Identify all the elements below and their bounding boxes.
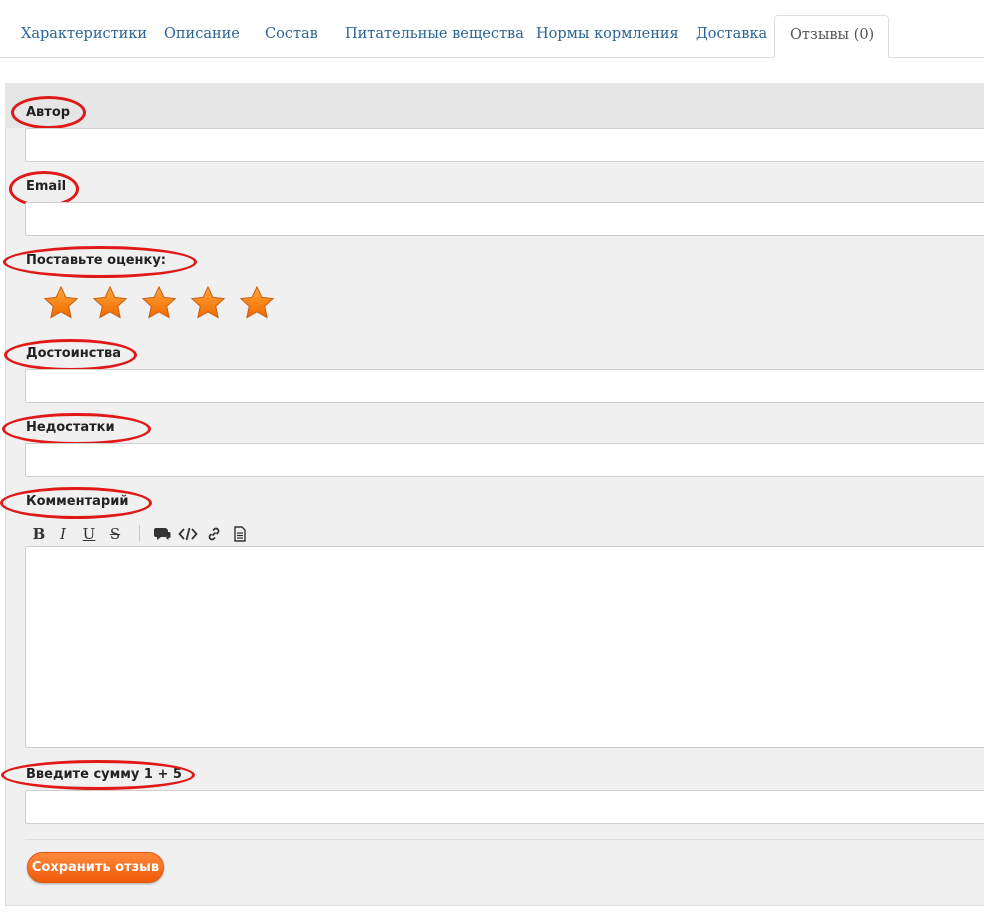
email-label: Email	[26, 179, 67, 194]
comment-textarea[interactable]	[25, 546, 984, 748]
author-input[interactable]	[25, 128, 984, 162]
tab-reviews[interactable]: Отзывы (0)	[774, 15, 890, 58]
tab-nutrients[interactable]: Питательные вещества	[345, 26, 524, 42]
email-input[interactable]	[25, 202, 984, 236]
rating-star-2-icon[interactable]	[91, 284, 129, 322]
document-button[interactable]	[229, 523, 251, 545]
cons-input[interactable]	[25, 443, 984, 477]
tab-characteristics[interactable]: Характеристики	[21, 26, 147, 42]
rating-star-4-icon[interactable]	[189, 284, 227, 322]
captcha-label: Введите сумму 1 + 5	[26, 767, 182, 782]
rating-label: Поставьте оценку:	[26, 253, 167, 268]
code-button[interactable]	[177, 523, 199, 545]
code-icon	[178, 527, 198, 541]
cons-label: Недостатки	[26, 420, 115, 435]
tab-delivery[interactable]: Доставка	[696, 26, 767, 42]
bold-button[interactable]: B	[28, 523, 50, 545]
form-divider	[25, 839, 984, 840]
tab-feeding-norms[interactable]: Нормы кормления	[536, 26, 679, 42]
tab-bar: Характеристики Описание Состав Питательн…	[0, 0, 984, 58]
comment-label: Комментарий	[26, 494, 129, 509]
author-label: Автор	[26, 105, 71, 120]
captcha-input[interactable]	[25, 790, 984, 824]
document-icon	[234, 526, 246, 542]
link-button[interactable]	[203, 523, 225, 545]
italic-button[interactable]: I	[52, 523, 74, 545]
tab-description[interactable]: Описание	[164, 26, 240, 42]
quote-button[interactable]	[151, 523, 173, 545]
review-form-header-strip	[5, 83, 984, 128]
rating-star-5-icon[interactable]	[238, 284, 276, 322]
quote-icon	[154, 528, 171, 540]
save-review-button[interactable]: Сохранить отзыв	[27, 852, 164, 883]
rating-star-1-icon[interactable]	[42, 284, 80, 322]
rating-star-3-icon[interactable]	[140, 284, 178, 322]
link-icon	[208, 527, 220, 541]
strikethrough-button[interactable]: S	[104, 523, 126, 545]
toolbar-separator	[139, 525, 140, 542]
underline-button[interactable]: U	[78, 523, 100, 545]
pros-label: Достоинства	[26, 346, 122, 361]
pros-input[interactable]	[25, 369, 984, 403]
tab-composition[interactable]: Состав	[265, 26, 318, 42]
